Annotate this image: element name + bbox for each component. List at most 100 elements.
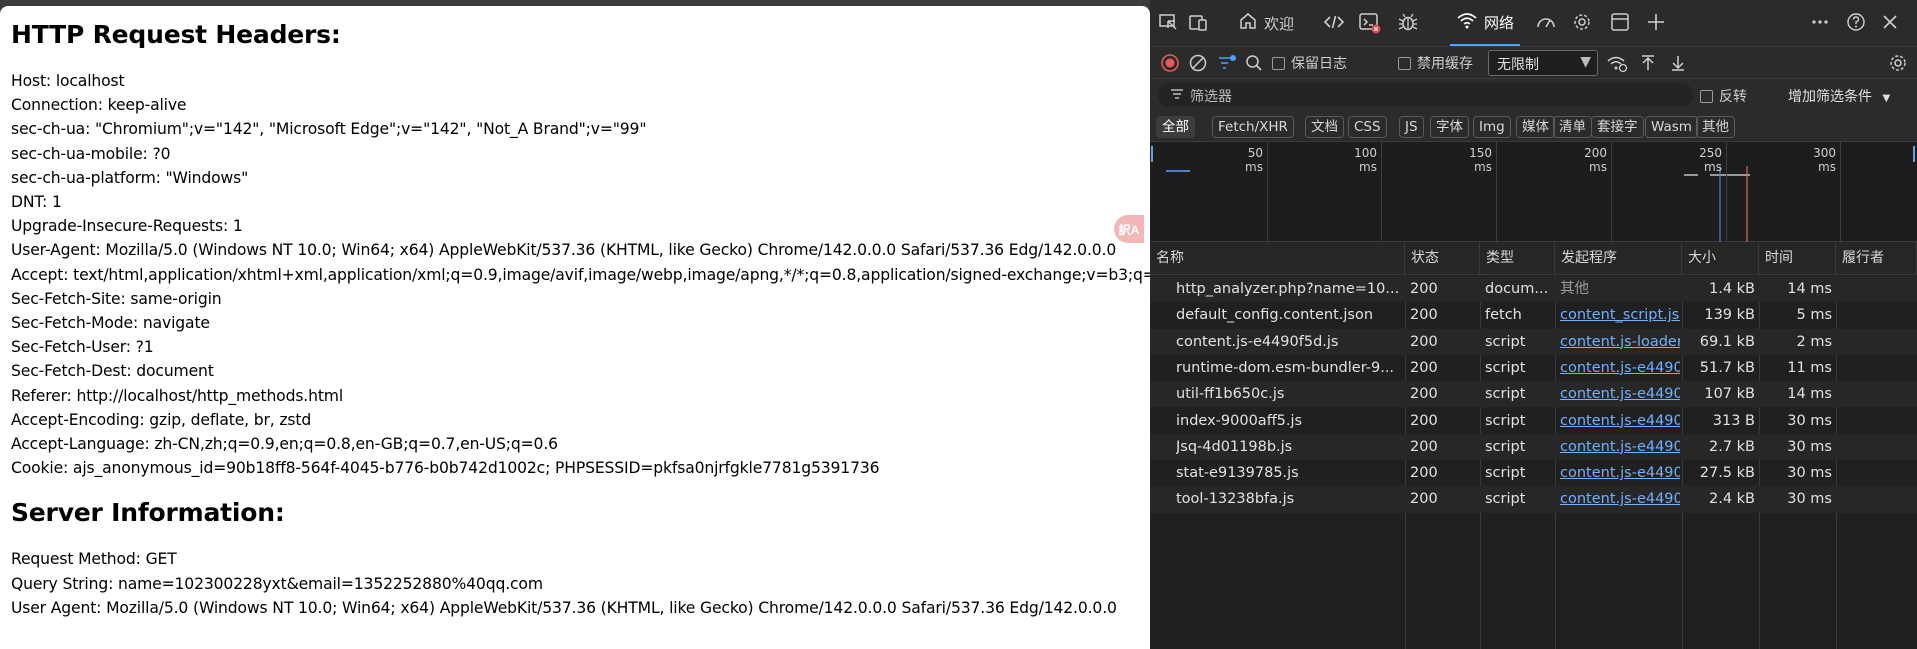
request-row[interactable]: Jsq-4d01198b.js 200 script content.js-e4490… (1150, 433, 1917, 461)
more-options-icon[interactable] (1808, 11, 1832, 35)
timeline-bar (1710, 174, 1750, 176)
type-filter-chip[interactable]: 文档 (1305, 116, 1344, 138)
tab-network[interactable]: 网络 (1450, 0, 1521, 46)
type-filter-chip[interactable]: 清单 (1553, 116, 1592, 138)
record-stop-icon[interactable] (1160, 52, 1180, 74)
request-initiator[interactable]: content.js-e4490 (1560, 460, 1680, 486)
column-header[interactable]: 履行者 (1836, 242, 1917, 275)
request-header-line: Cookie: ajs_anonymous_id=90b18ff8-564f-4… (11, 459, 880, 478)
request-row[interactable]: default_config.content.json 200 fetch conte… (1150, 302, 1917, 328)
request-row[interactable]: http_analyzer.php?name=10... 200 docum... 其… (1150, 276, 1917, 303)
type-filter-chip[interactable]: 媒体 (1516, 116, 1555, 138)
request-initiator[interactable]: content.js-e4490 (1560, 408, 1680, 434)
type-filter-chip[interactable]: Fetch/XHR (1212, 116, 1294, 138)
type-filter-chip[interactable]: 全部 (1156, 116, 1195, 138)
network-toolbar: 保留日志 禁用缓存 无限制 ▼ (1150, 46, 1917, 78)
help-icon[interactable] (1844, 11, 1868, 35)
timeline-gridline (1611, 142, 1612, 242)
request-row[interactable]: stat-e9139785.js 200 script content.js-e449… (1150, 460, 1917, 486)
request-row[interactable]: content.js-e4490f5d.js 200 script content.j… (1150, 328, 1917, 355)
server-info-line: User Agent: Mozilla/5.0 (Windows NT 10.0… (11, 598, 1117, 617)
invert-label: 反转 (1719, 89, 1747, 105)
type-filter-chip[interactable]: 其他 (1696, 116, 1735, 138)
column-header[interactable]: 发起程序 (1555, 242, 1682, 275)
type-filter-chip[interactable]: CSS (1348, 116, 1387, 138)
column-header[interactable]: 类型 (1480, 242, 1555, 275)
request-header-line: Sec-Fetch-Dest: document (11, 362, 214, 381)
request-header-line: Sec-Fetch-Site: same-origin (11, 289, 222, 308)
request-status: 200 (1410, 386, 1438, 403)
tab-welcome[interactable]: 欢迎 (1238, 0, 1294, 46)
settings-gear-icon[interactable] (1570, 11, 1594, 35)
filter-toggle-icon[interactable] (1216, 52, 1238, 74)
preserve-log-box[interactable] (1272, 56, 1285, 70)
request-header-line: Accept-Language: zh-CN,zh;q=0.9,en;q=0.8… (11, 435, 558, 454)
request-row[interactable]: index-9000aff5.js 200 script content.js-e44… (1150, 408, 1917, 434)
tab-network-label: 网络 (1484, 13, 1515, 32)
request-size: 2.7 kB (1708, 438, 1755, 455)
console-icon[interactable] (1358, 11, 1382, 35)
type-filter-chip[interactable]: 套接字 (1591, 116, 1644, 138)
tab-welcome-label: 欢迎 (1264, 14, 1295, 33)
application-panel-icon[interactable] (1608, 11, 1632, 35)
device-toolbar-icon[interactable] (1186, 11, 1210, 35)
request-type: script (1485, 491, 1526, 508)
request-name: stat-e9139785.js (1176, 465, 1299, 482)
elements-icon[interactable] (1322, 11, 1346, 35)
request-header-line: Accept: text/html,application/xhtml+xml,… (11, 265, 1150, 284)
request-row[interactable]: tool-13238bfa.js 200 script content.js-e449… (1150, 486, 1917, 513)
column-header[interactable]: 时间 (1759, 242, 1836, 275)
timeline-bar (1913, 146, 1915, 162)
request-name: util-ff1b650c.js (1176, 386, 1285, 403)
type-filter-chip[interactable]: JS (1399, 116, 1424, 138)
disable-cache-box[interactable] (1398, 56, 1411, 70)
column-header[interactable]: 名称 (1150, 242, 1405, 275)
disable-cache-label: 禁用缓存 (1417, 56, 1473, 72)
request-row[interactable]: runtime-dom.esm-bundler-9... 200 script con… (1150, 355, 1917, 381)
request-initiator[interactable]: content_script.js: (1560, 302, 1680, 328)
performance-icon[interactable] (1534, 11, 1558, 35)
devtools-tabbar: 欢迎 网络 (1150, 0, 1917, 46)
network-settings-gear-icon[interactable] (1888, 52, 1908, 74)
server-info-line: Query String: name=102300228yxt&email=13… (11, 574, 543, 593)
request-status: 200 (1410, 438, 1438, 455)
invert-box[interactable] (1700, 89, 1713, 103)
filter-input[interactable]: 筛选器 (1158, 83, 1693, 107)
import-har-icon[interactable] (1638, 52, 1658, 74)
request-initiator[interactable]: content.js-e4490 (1560, 381, 1680, 407)
more-filters-dropdown[interactable]: 增加筛选条件 ▼ (1788, 86, 1890, 106)
timeline-tick-label: 50 ms (1245, 146, 1263, 174)
request-initiator[interactable]: content.js-loader (1560, 329, 1680, 355)
translate-icon[interactable]: 訳A (1114, 215, 1144, 243)
type-filter-chip[interactable]: 字体 (1430, 116, 1469, 138)
bug-icon[interactable] (1396, 11, 1420, 35)
request-type: docum... (1485, 281, 1549, 297)
request-initiator[interactable]: content.js-e4490 (1560, 355, 1680, 381)
request-time: 30 ms (1787, 412, 1832, 429)
invert-checkbox[interactable]: 反转 (1700, 86, 1747, 106)
network-conditions-icon[interactable] (1606, 52, 1628, 74)
request-header-line: Upgrade-Insecure-Requests: 1 (11, 217, 243, 236)
disable-cache-checkbox[interactable]: 禁用缓存 (1398, 52, 1473, 74)
type-filter-chip[interactable]: Img (1473, 116, 1511, 138)
request-initiator[interactable]: content.js-e4490 (1560, 486, 1680, 512)
clear-icon[interactable] (1188, 52, 1208, 74)
request-initiator: 其他 (1560, 281, 1589, 297)
close-icon[interactable] (1878, 11, 1902, 35)
type-filter-chip[interactable]: Wasm (1645, 116, 1698, 138)
throttling-select[interactable]: 无限制 ▼ (1488, 50, 1598, 76)
preserve-log-checkbox[interactable]: 保留日志 (1272, 52, 1347, 74)
server-info-list: Request Method: GET Query String: name=10… (11, 547, 1150, 620)
request-initiator[interactable]: content.js-e4490 (1560, 434, 1680, 460)
timeline-gridline (1267, 142, 1268, 242)
add-panel-icon[interactable] (1644, 11, 1668, 35)
requests-table: 名称 状态 类型 发起程序 大小 时间 履行者 http_analyzer.php?name=… (1150, 242, 1917, 649)
request-status: 200 (1410, 281, 1438, 297)
inspect-element-icon[interactable] (1156, 11, 1180, 35)
request-status: 200 (1410, 359, 1438, 376)
column-header[interactable]: 大小 (1682, 242, 1759, 275)
column-header[interactable]: 状态 (1405, 242, 1480, 275)
search-icon[interactable] (1244, 52, 1264, 74)
request-row[interactable]: util-ff1b650c.js 200 script content.js-e449… (1150, 381, 1917, 408)
export-har-icon[interactable] (1668, 52, 1688, 74)
